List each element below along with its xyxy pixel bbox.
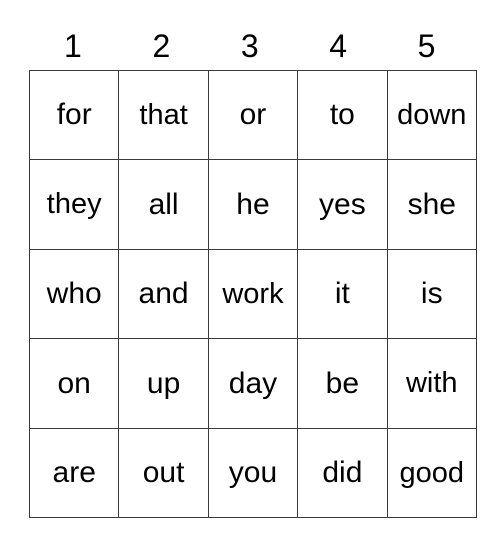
table-row: they all he yes she [28,159,477,250]
bingo-cell-label: out [142,456,185,489]
bingo-cell-r5c5[interactable]: good [386,427,477,518]
column-header-2: 2 [152,28,171,64]
bingo-cell-label: to [329,98,355,132]
bingo-cell-label: good [399,456,465,489]
bingo-cell-r4c4[interactable]: be [297,338,388,429]
column-header-5: 5 [417,28,436,64]
bingo-cell-r4c2[interactable]: up [118,338,209,429]
bingo-word-grid: for that or to down they all he yes she … [28,69,477,518]
bingo-cell-r4c5[interactable]: with [386,338,477,429]
bingo-cell-label: day [228,366,278,400]
bingo-cell-r2c2[interactable]: all [118,159,209,250]
bingo-cell-label: it [334,277,350,311]
bingo-cell-r3c1[interactable]: who [28,248,120,340]
bingo-cell-label: down [397,98,467,131]
bingo-cell-label: he [236,187,270,221]
bingo-cell-label: and [138,277,189,311]
bingo-cell-label: be [325,366,360,400]
bingo-cell-label: yes [319,187,366,221]
bingo-card: 1 2 3 4 5 for that or to down they all h… [28,22,477,518]
bingo-cell-r4c3[interactable]: day [207,338,299,429]
bingo-cell-label: on [57,366,91,400]
bingo-cell-label: are [52,456,96,489]
bingo-cell-r4c1[interactable]: on [28,338,120,429]
bingo-cell-r1c3[interactable]: or [207,69,299,161]
column-header-4: 4 [329,28,348,64]
bingo-cell-r5c2[interactable]: out [118,427,209,518]
table-row: on up day be with [28,338,477,429]
bingo-cell-label: is [420,277,443,311]
bingo-cell-r3c2[interactable]: and [118,248,209,340]
bingo-cell-r1c2[interactable]: that [118,69,209,161]
table-row: who and work it is [28,248,477,340]
bingo-cell-r1c5[interactable]: down [386,69,477,161]
bingo-cell-label: you [228,456,278,489]
bingo-cell-r3c3[interactable]: work [207,248,299,340]
bingo-cell-label: that [139,98,188,131]
bingo-cell-r2c5[interactable]: she [386,159,477,250]
bingo-cell-label: who [46,277,102,311]
bingo-cell-label: or [239,98,267,132]
column-header-3: 3 [240,28,260,64]
bingo-cell-label: all [148,187,179,221]
bingo-cell-r2c1[interactable]: they [28,159,120,250]
bingo-cell-r3c5[interactable]: is [386,248,477,340]
column-header-row: 1 2 3 4 5 [29,22,471,70]
bingo-cell-label: work [222,277,284,310]
bingo-cell-r1c4[interactable]: to [297,69,388,161]
bingo-cell-label: up [146,366,181,400]
bingo-cell-label: with [405,367,458,400]
bingo-cell-label: they [46,188,102,221]
bingo-cell-label: for [56,98,92,132]
table-row: for that or to down [28,69,477,161]
bingo-cell-label: she [407,187,456,221]
column-header-1: 1 [64,28,83,64]
bingo-cell-r3c4[interactable]: it [297,248,388,340]
bingo-cell-r5c1[interactable]: are [28,427,120,518]
bingo-cell-r1c1[interactable]: for [28,69,120,161]
table-row: are out you did good [28,427,477,518]
bingo-cell-r2c3[interactable]: he [207,159,299,250]
bingo-cell-r5c3[interactable]: you [207,427,299,518]
bingo-cell-label: did [322,456,363,489]
bingo-cell-r5c4[interactable]: did [297,427,388,518]
bingo-cell-r2c4[interactable]: yes [297,159,388,250]
